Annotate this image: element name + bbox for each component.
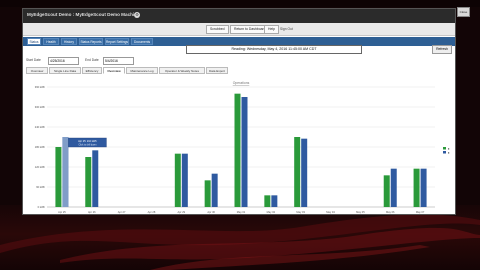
tab-history[interactable]: History [61,38,77,45]
end-date-input[interactable]: 5/4/2016 [103,57,134,65]
x-tick-label: Apr 29 [177,210,185,214]
x-tick-label: Apr 27 [118,210,126,214]
bar-green [413,168,420,207]
y-tick-label: 120 kWh [35,165,46,169]
legend-label: ■ [448,151,450,154]
bar-blue [181,153,188,207]
bar-blue [241,97,248,207]
bar-green [204,180,211,207]
x-tick-label: Apr 25 [58,210,66,214]
bar-blue [420,168,427,207]
title-bar: MyEdgeScout Demo : MyEdgeScout Demo Mach… [23,9,455,23]
tab-report-settings[interactable]: Report Settings [105,38,129,45]
start-date-label: Start Date [26,58,41,62]
chart-area: Operations 0 kWh 60 kWh 120 kWh 180 kWh 240 k… [23,77,455,214]
top-strip [0,0,480,7]
scrubbed-button[interactable]: Scrubbed [206,25,229,34]
tab-status-reports[interactable]: Status Reports [79,38,103,45]
subtab-operator-notes[interactable]: Operator & Weekly Notes [159,67,205,74]
bar-hovered [62,137,69,207]
x-tick-label: Apr 26 [88,210,96,214]
tooltip-line2: Click to drill down [78,144,97,147]
status-banner: Reading: Wednesday, May 4, 2016 11:45:00… [186,45,362,54]
bar-blue [390,168,397,207]
y-tick-label: 240 kWh [35,125,46,129]
x-tick-label: May 02 [267,210,276,214]
tab-health[interactable]: Health [43,38,59,45]
legend-swatch [443,151,446,154]
date-range: Start Date 4/25/2016 End Date 5/4/2016 [23,56,455,65]
end-date-label: End Date [85,58,99,62]
subtab-overview[interactable]: Overview [26,67,48,74]
tab-status[interactable]: Status [27,38,41,45]
subtab-overview-active[interactable]: Overview [103,67,125,74]
y-tick-label: 0 kWh [38,205,46,209]
x-tick-label: May 06 [386,210,395,214]
bar-green [55,147,62,207]
window-title: MyEdgeScout Demo : MyEdgeScout Demo Mach… [27,12,140,17]
x-tick-label: May 01 [237,210,246,214]
x-tick-label: Apr 30 [207,210,215,214]
bar-chart: Operations 0 kWh 60 kWh 120 kWh 180 kWh 240 k… [35,81,450,214]
bar-green [174,153,181,207]
x-tick-label: May 03 [296,210,305,214]
bar-green [85,157,92,207]
legend-label: ■ [448,147,450,150]
refresh-button[interactable]: Refresh [432,45,452,54]
y-tick-label: 360 kWh [35,85,46,89]
help-button[interactable]: Help [264,25,279,34]
bar-green [383,175,390,207]
legend-swatch [443,147,446,150]
x-tick-label: May 07 [416,210,425,214]
subtab-efficiency[interactable]: Efficiency [82,67,102,74]
bar-blue [211,173,218,207]
x-tick-label: Apr 28 [148,210,156,214]
subtab-maintenance-log[interactable]: Maintenance Log [126,67,158,74]
sign-out-link[interactable]: Sign Out [280,27,293,31]
bar-green [264,195,271,207]
subtab-single-line-data[interactable]: Single Line Data [49,67,81,74]
subtab-data-export[interactable]: Data Export [206,67,228,74]
y-tick-label: 300 kWh [35,105,46,109]
app-window: MyEdgeScout Demo : MyEdgeScout Demo Mach… [22,8,456,215]
bar-blue [92,150,99,207]
chart-title: Operations [233,81,250,85]
bar-blue [271,195,278,207]
start-date-input[interactable]: 4/25/2016 [48,57,79,65]
toolbar: Scrubbed Return to Dashboard Help Sign O… [23,23,455,36]
x-tick-label: May 05 [356,210,365,214]
report-sub-tabs: Overview Single Line Data Efficiency Ove… [23,67,455,75]
tab-documents[interactable]: Documents [131,38,153,45]
gear-icon[interactable]: ⚙ [134,12,140,18]
y-tick-label: 180 kWh [35,145,46,149]
close-button[interactable]: Close [457,7,470,17]
bar-blue [301,138,308,207]
y-tick-label: 60 kWh [36,185,45,189]
x-tick-label: May 04 [326,210,335,214]
bar-green [294,137,301,207]
tooltip-line1: Apr 25: 210 kWh [78,140,97,143]
bar-green [234,93,241,207]
